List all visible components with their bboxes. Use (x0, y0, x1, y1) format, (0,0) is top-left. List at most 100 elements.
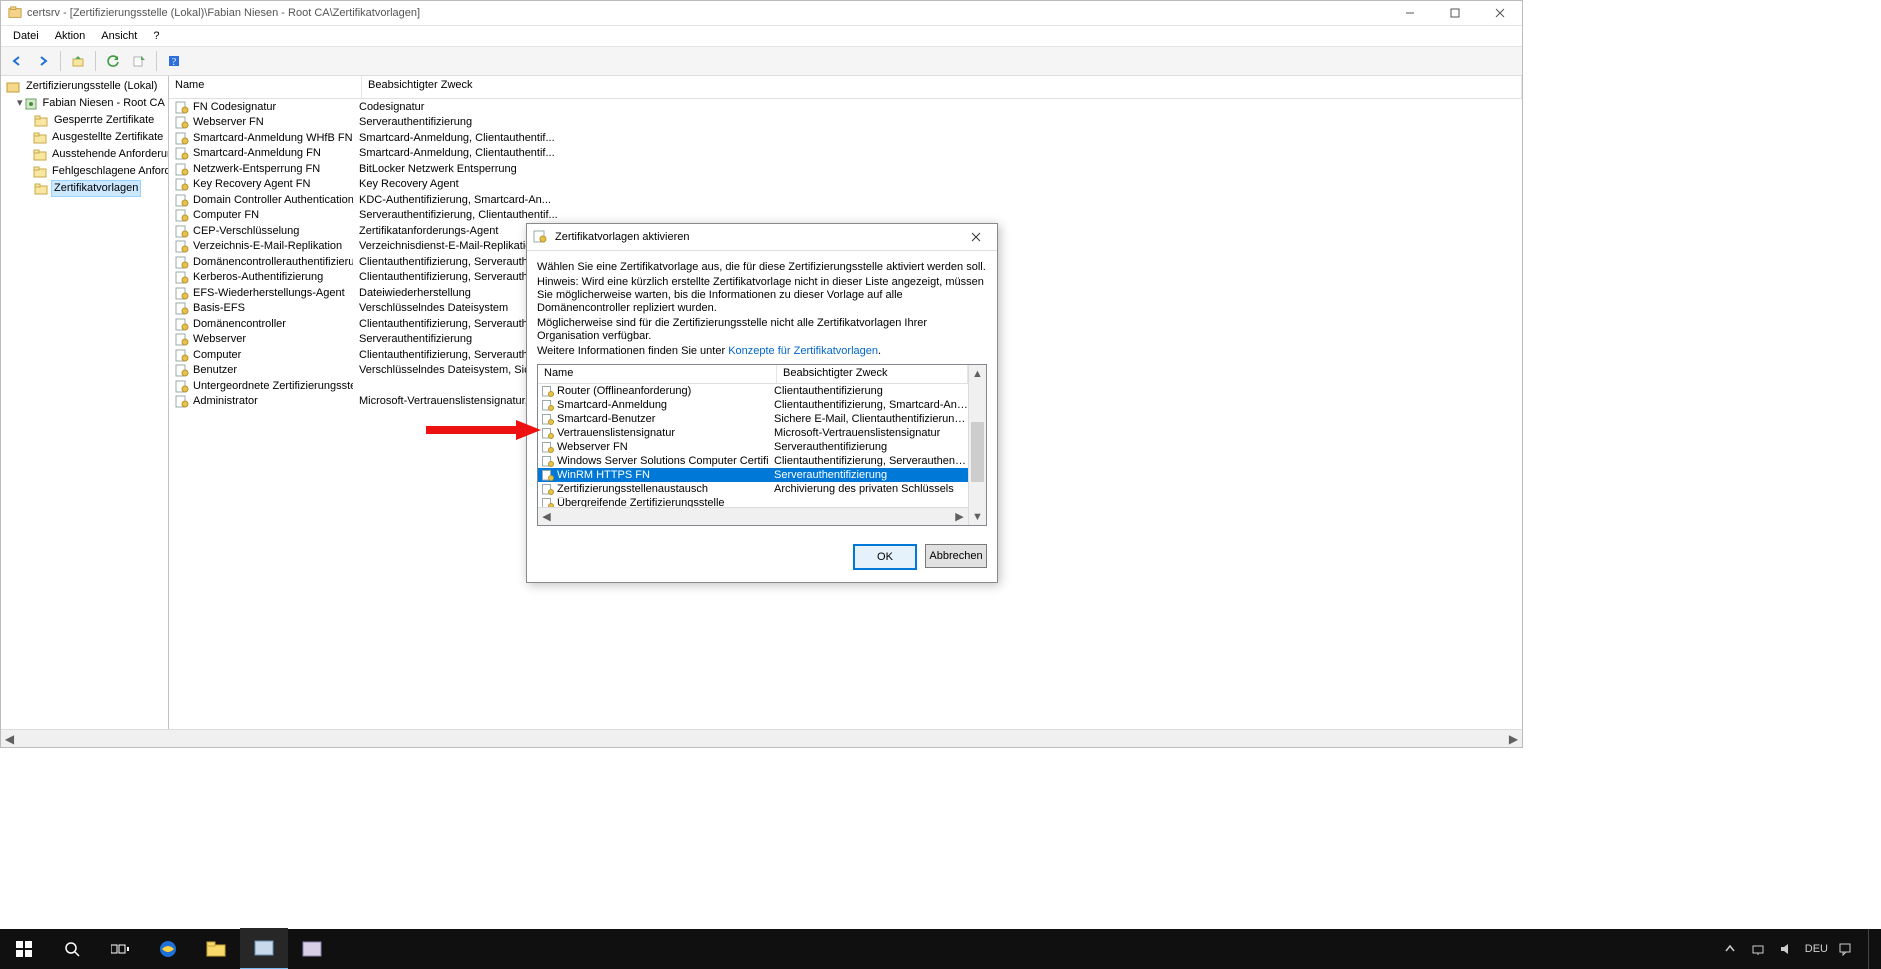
h-scrollbar[interactable]: ◀ ▶ (1, 729, 1522, 747)
export-button[interactable] (127, 49, 151, 73)
dialog-row[interactable]: Smartcard-AnmeldungClientauthentifizieru… (538, 398, 968, 412)
tree-node-pending[interactable]: Ausstehende Anforderung (3, 146, 168, 163)
template-row[interactable]: Smartcard-Anmeldung FNSmartcard-Anmeldun… (169, 146, 1522, 162)
scroll-up-icon[interactable]: ▲ (969, 365, 986, 382)
column-purpose[interactable]: Beabsichtigter Zweck (362, 76, 1522, 98)
menu-aktion[interactable]: Aktion (47, 28, 94, 44)
dialog-row[interactable]: Smartcard-BenutzerSichere E-Mail, Client… (538, 412, 968, 426)
back-button[interactable] (5, 49, 29, 73)
certificate-icon (175, 193, 189, 207)
certificate-icon (542, 427, 554, 439)
template-row[interactable]: FN CodesignaturCodesignatur (169, 99, 1522, 115)
tree-ca[interactable]: ▾ Fabian Niesen - Root CA (3, 95, 168, 112)
taskbar-explorer[interactable] (192, 929, 240, 969)
tree-node-failed[interactable]: Fehlgeschlagene Anforder (3, 163, 168, 180)
start-button[interactable] (0, 929, 48, 969)
dialog-row[interactable]: Webserver FNServerauthentifizierung (538, 440, 968, 454)
dialog-row[interactable]: ZertifizierungsstellenaustauschArchivier… (538, 482, 968, 496)
system-tray[interactable] (1721, 940, 1795, 958)
concepts-link[interactable]: Konzepte für Zertifikatvorlagen (728, 345, 878, 357)
search-button[interactable] (48, 929, 96, 969)
tree-node-issued[interactable]: Ausgestellte Zertifikate (3, 129, 168, 146)
certificate-icon (542, 399, 554, 411)
dialog-row[interactable]: VertrauenslistensignaturMicrosoft-Vertra… (538, 426, 968, 440)
show-desktop-button[interactable] (1868, 929, 1875, 969)
certificate-icon (175, 379, 189, 393)
tree-node-templates[interactable]: Zertifikatvorlagen (3, 180, 168, 197)
dialog-v-scrollbar[interactable]: ▲ ▼ (968, 365, 986, 525)
dialog-row-purpose: Serverauthentifizierung (774, 469, 887, 481)
scroll-right-icon[interactable]: ▶ (1505, 731, 1522, 746)
maximize-button[interactable] (1432, 1, 1477, 25)
taskbar-certsrv[interactable] (240, 928, 288, 969)
template-row[interactable]: Webserver FNServerauthentifizierung (169, 115, 1522, 131)
dialog-col-purpose[interactable]: Beabsichtigter Zweck (777, 365, 968, 383)
dialog-row[interactable]: Windows Server Solutions Computer Certif… (538, 454, 968, 468)
tree-label: Ausstehende Anforderung (49, 146, 169, 163)
template-name: Untergeordnete Zertifizierungsstelle (193, 380, 353, 392)
network-icon[interactable] (1749, 940, 1767, 958)
scroll-left-icon[interactable]: ◀ (1, 731, 18, 746)
template-row[interactable]: Key Recovery Agent FNKey Recovery Agent (169, 177, 1522, 193)
dialog-row[interactable]: Übergreifende Zertifizierungsstelle (538, 496, 968, 507)
scroll-track[interactable] (18, 731, 1505, 746)
certificate-icon (175, 131, 189, 145)
language-indicator[interactable]: DEU (1805, 943, 1828, 955)
tree-label: Zertifikatvorlagen (51, 180, 141, 197)
up-button[interactable] (66, 49, 90, 73)
dialog-row-name: Vertrauenslistensignatur (557, 427, 675, 439)
dialog-row[interactable]: Router (Offlineanforderung)Clientauthent… (538, 384, 968, 398)
scroll-left-icon[interactable]: ◀ (538, 509, 555, 524)
cancel-button[interactable]: Abbrechen (925, 544, 987, 568)
template-name: Key Recovery Agent FN (193, 178, 310, 190)
certificate-icon (175, 146, 189, 160)
taskbar: DEU (0, 929, 1881, 969)
taskbar-mmc[interactable] (288, 929, 336, 969)
dialog-row[interactable]: WinRM HTTPS FNServerauthentifizierung (538, 468, 968, 482)
refresh-button[interactable] (101, 49, 125, 73)
help-button[interactable]: ? (162, 49, 186, 73)
menu-ansicht[interactable]: Ansicht (93, 28, 145, 44)
dialog-row-name: Smartcard-Benutzer (557, 413, 655, 425)
close-button[interactable] (1477, 1, 1522, 25)
template-name: EFS-Wiederherstellungs-Agent (193, 287, 345, 299)
template-name: Domain Controller Authentication (K... (193, 194, 353, 206)
volume-icon[interactable] (1777, 940, 1795, 958)
template-name: Webserver FN (193, 116, 264, 128)
dialog-h-scrollbar[interactable]: ◀ ▶ (538, 507, 968, 525)
dialog-col-name[interactable]: Name (538, 365, 777, 383)
minimize-button[interactable] (1387, 1, 1432, 25)
scroll-down-icon[interactable]: ▼ (969, 508, 986, 525)
window-title: certsrv - [Zertifizierungsstelle (Lokal)… (27, 7, 1387, 19)
certificate-icon (542, 469, 554, 481)
dialog-body: Wählen Sie eine Zertifikatvorlage aus, d… (527, 251, 997, 534)
tree-node-revoked[interactable]: Gesperrte Zertifikate (3, 112, 168, 129)
template-row[interactable]: Smartcard-Anmeldung WHfB FNSmartcard-Anm… (169, 130, 1522, 146)
toolbar-separator (60, 51, 61, 71)
column-name[interactable]: Name (169, 76, 362, 98)
forward-button[interactable] (31, 49, 55, 73)
template-row[interactable]: Computer FNServerauthentifizierung, Clie… (169, 208, 1522, 224)
tree-root[interactable]: Zertifizierungsstelle (Lokal) (3, 78, 168, 95)
certificate-icon (175, 270, 189, 284)
scroll-track[interactable] (969, 382, 986, 508)
page-edge (1521, 0, 1881, 929)
dialog-close-button[interactable] (961, 227, 991, 247)
template-name: FN Codesignatur (193, 101, 276, 113)
menu-datei[interactable]: Datei (5, 28, 47, 44)
tree-pane[interactable]: Zertifizierungsstelle (Lokal) ▾ Fabian N… (1, 76, 169, 729)
expand-icon[interactable]: ▾ (17, 96, 23, 111)
dialog-row-purpose: Serverauthentifizierung (774, 441, 887, 453)
menu-help[interactable]: ? (145, 28, 167, 44)
scroll-thumb[interactable] (971, 422, 984, 482)
template-row[interactable]: Domain Controller Authentication (K...KD… (169, 192, 1522, 208)
ok-button[interactable]: OK (853, 544, 917, 570)
task-view-button[interactable] (96, 929, 144, 969)
tray-up-icon[interactable] (1721, 940, 1739, 958)
template-row[interactable]: Netzwerk-Entsperrung FNBitLocker Netzwer… (169, 161, 1522, 177)
folder-icon (33, 147, 47, 163)
dialog-list-body[interactable]: Router (Offlineanforderung)Clientauthent… (538, 384, 968, 507)
action-center-icon[interactable] (1838, 942, 1852, 956)
taskbar-ie[interactable] (144, 929, 192, 969)
scroll-right-icon[interactable]: ▶ (951, 509, 968, 524)
